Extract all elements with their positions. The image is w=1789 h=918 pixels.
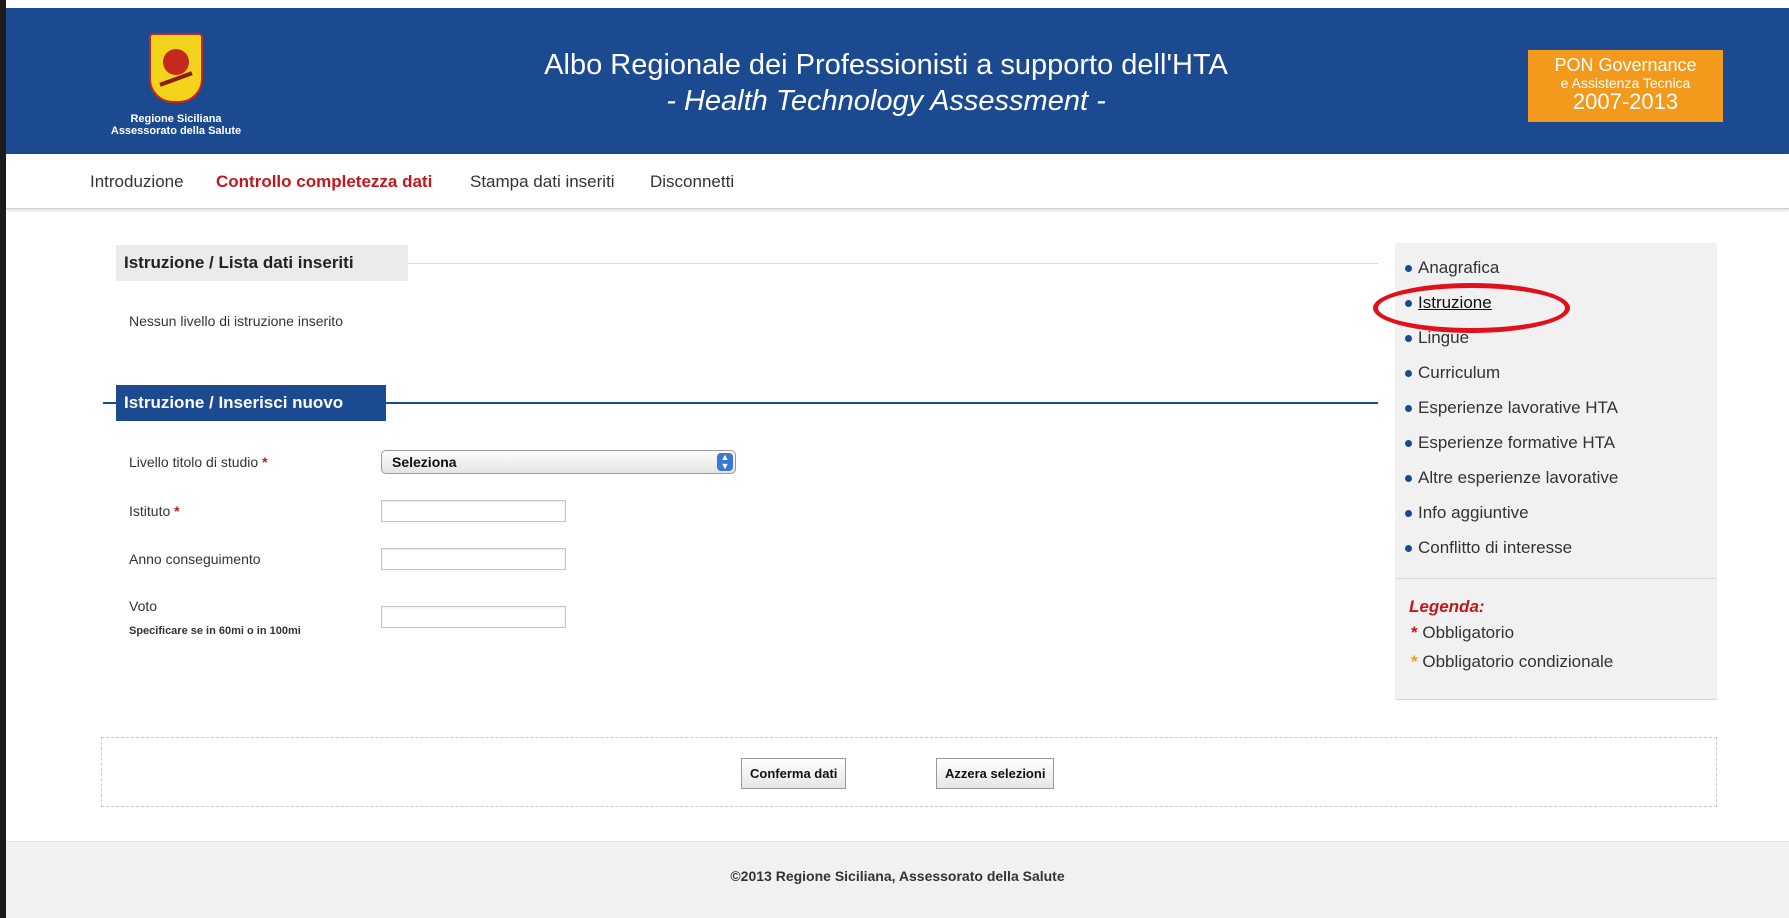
site-title-main: Albo Regionale dei Professionisti a supp… (544, 49, 1228, 81)
livello-label: Livello titolo di studio * (129, 454, 268, 470)
legenda-title: Legenda: (1409, 597, 1485, 616)
legenda-label: Obbligatorio (1422, 623, 1515, 642)
required-mark: * (262, 454, 268, 470)
site-header: Regione Siciliana Assessorato della Salu… (6, 8, 1789, 154)
istituto-label: Istituto * (129, 503, 180, 519)
sidebar-divider (1395, 578, 1717, 579)
bullet-icon (1405, 335, 1412, 343)
site-footer: ©2013 Regione Siciliana, Assessorato del… (6, 841, 1789, 918)
sidebar-item-altre-esperienze-lavorative[interactable]: Altre esperienze lavorative (1405, 468, 1618, 488)
sidebar-item-label: Anagrafica (1418, 258, 1500, 277)
sidebar-item-lingue[interactable]: Lingue (1405, 328, 1469, 348)
voto-label: Voto (129, 598, 158, 614)
sidebar-item-esperienze-lavorative-hta[interactable]: Esperienze lavorative HTA (1405, 398, 1618, 418)
sidebar-item-label: Conflitto di interesse (1418, 538, 1573, 557)
badge-line2: e Assistenza Tecnica (1560, 75, 1691, 91)
list-section-divider (408, 263, 1378, 264)
bullet-icon (1405, 405, 1412, 413)
site-title: Albo Regionale dei Professionisti a supp… (426, 48, 1346, 120)
legenda-item-obbligatorio: * Obbligatorio (1411, 623, 1514, 643)
select-updown-icon: ▲ ▼ (717, 453, 733, 471)
legenda-label: Obbligatorio condizionale (1422, 652, 1614, 671)
voto-hint: Specificare se in 60mi o in 100mi (129, 625, 301, 637)
bullet-icon (1405, 265, 1412, 273)
bullet-icon (1405, 475, 1412, 483)
trinacria-shield-icon (149, 33, 203, 103)
sidebar-item-label: Esperienze formative HTA (1418, 433, 1616, 452)
bullet-icon (1405, 370, 1412, 378)
logo-caption: Regione Siciliana Assessorato della Salu… (96, 113, 256, 137)
bullet-icon (1405, 440, 1412, 448)
nav-item-introduzione[interactable]: Introduzione (90, 172, 184, 192)
nav-item-stampa-dati-inseriti[interactable]: Stampa dati inseriti (470, 172, 615, 192)
window-top-edge (0, 0, 1789, 8)
sidebar-item-label: Lingue (1418, 328, 1470, 347)
istituto-label-text: Istituto (129, 503, 171, 519)
anno-label: Anno conseguimento (129, 551, 261, 567)
site-title-sub: - Health Technology Assessment - (666, 85, 1106, 117)
badge-line1: PON Governance (1554, 55, 1697, 75)
livello-select[interactable]: Seleziona ▲ ▼ (381, 450, 736, 474)
livello-select-value: Seleziona (392, 454, 457, 470)
sidebar-item-info-aggiuntive[interactable]: Info aggiuntive (1405, 503, 1529, 523)
azzera-selezioni-button[interactable]: Azzera selezioni (936, 758, 1055, 789)
main-nav: Introduzione Controllo completezza dati … (6, 154, 1789, 209)
empty-list-message: Nessun livello di istruzione inserito (129, 313, 343, 329)
sidebar-item-conflitto-di-interesse[interactable]: Conflitto di interesse (1405, 538, 1572, 558)
logo-caption-line1: Regione Siciliana (130, 113, 222, 125)
badge-line3: 2007-2013 (1572, 89, 1679, 114)
sidebar-item-anagrafica[interactable]: Anagrafica (1405, 258, 1499, 278)
anno-conseguimento-input[interactable] (381, 548, 566, 570)
pon-governance-badge[interactable]: PON Governance e Assistenza Tecnica 2007… (1528, 50, 1723, 122)
required-mark: * (1411, 623, 1418, 642)
list-section-title: Istruzione / Lista dati inseriti (116, 245, 408, 281)
footer-copyright: ©2013 Regione Siciliana, Assessorato del… (730, 868, 1065, 884)
sidebar-item-label: Altre esperienze lavorative (1418, 468, 1619, 487)
sidebar-item-label: Esperienze lavorative HTA (1418, 398, 1618, 417)
sidebar-item-label: Curriculum (1418, 363, 1501, 382)
nav-item-controllo-completezza-dati[interactable]: Controllo completezza dati (216, 172, 432, 192)
sidebar-item-curriculum[interactable]: Curriculum (1405, 363, 1500, 383)
sidebar-item-label: Info aggiuntive (1418, 503, 1529, 522)
voto-input[interactable] (381, 606, 566, 628)
required-mark: * (174, 503, 180, 519)
logo-caption-line2: Assessorato della Salute (110, 125, 242, 137)
bullet-icon (1405, 510, 1412, 518)
sidebar-item-esperienze-formative-hta[interactable]: Esperienze formative HTA (1405, 433, 1615, 453)
nav-item-disconnetti[interactable]: Disconnetti (650, 172, 734, 192)
new-section-title: Istruzione / Inserisci nuovo (116, 385, 386, 421)
legenda-item-obbligatorio-condizionale: * Obbligatorio condizionale (1411, 652, 1613, 672)
region-logo[interactable]: Regione Siciliana Assessorato della Salu… (96, 33, 256, 137)
bullet-icon (1405, 545, 1412, 553)
form-actions-bar (101, 737, 1717, 807)
livello-label-text: Livello titolo di studio (129, 454, 259, 470)
conditional-mark: * (1411, 652, 1418, 671)
conferma-dati-button[interactable]: Conferma dati (741, 758, 847, 789)
istituto-input[interactable] (381, 500, 566, 522)
highlight-ring-annotation (1373, 283, 1570, 333)
